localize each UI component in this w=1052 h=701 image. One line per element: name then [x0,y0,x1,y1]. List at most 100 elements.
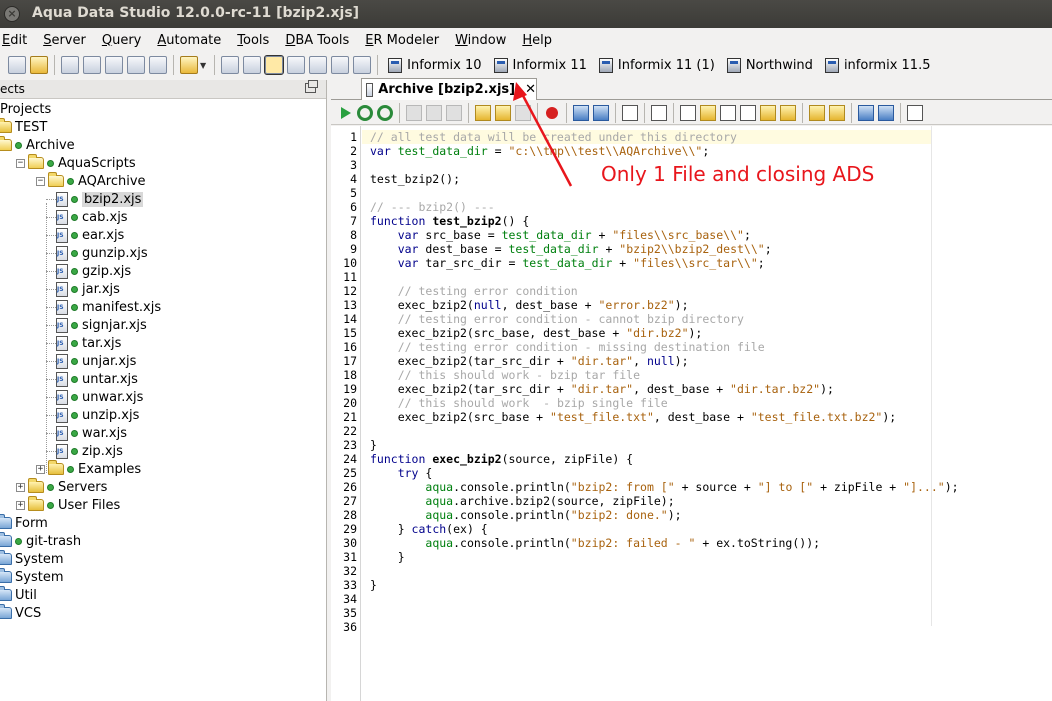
code-token: test_bzip2 [432,214,502,228]
editor-tool-2-icon[interactable] [357,104,373,121]
toolbar-tool-4-icon[interactable] [83,56,101,74]
toolbar-tool-15-icon[interactable] [353,56,372,74]
editor-tool-22-icon[interactable] [829,104,845,121]
window-close-icon[interactable]: × [4,6,20,22]
tree-node-unjar-xjs[interactable]: unjar.xjs [56,352,136,370]
tree-node-zip-xjs[interactable]: zip.xjs [56,442,123,460]
tree-node-unwar-xjs[interactable]: unwar.xjs [56,388,143,406]
toolbar-tool-13-icon[interactable] [309,56,328,74]
editor-tool-3-icon[interactable] [377,104,393,121]
tab-close-icon[interactable]: ✕ [525,82,536,97]
editor-tool-16-icon[interactable] [700,104,716,121]
tree-node-aquascripts[interactable]: − AquaScripts [16,154,136,172]
connection-informix-10[interactable]: Informix 10 [388,57,482,73]
editor-tool-15-icon[interactable] [680,104,696,121]
editor-tool-14-icon[interactable] [651,104,667,121]
toolbar-tool-11-icon[interactable] [264,55,285,75]
toolbar-tool-2-icon[interactable] [30,56,48,74]
menu-item-help[interactable]: Help [520,33,552,48]
menu-item-automate[interactable]: Automate [155,33,221,48]
execute-icon[interactable] [341,106,351,119]
tree-node-vcs[interactable]: VCS [0,604,41,622]
code-line: // this should work - bzip tar file [370,368,640,382]
tree-node-system[interactable]: System [0,550,63,568]
menu-item-tools[interactable]: Tools [235,33,269,48]
menu-item-dba-tools[interactable]: DBA Tools [283,33,349,48]
tree-node-aqarchive[interactable]: − AQArchive [36,172,146,190]
tree-node-gunzip-xjs[interactable]: gunzip.xjs [56,244,148,262]
menu-item-edit[interactable]: Edit [0,33,27,48]
toolbar-dropdown-icon[interactable]: ▼ [200,61,206,70]
toolbar-tool-10-icon[interactable] [243,56,262,74]
code-token: ); [674,298,689,312]
toolbar-tool-14-icon[interactable] [331,56,350,74]
menu-item-query[interactable]: Query [100,33,142,48]
tree-node-manifest-xjs[interactable]: manifest.xjs [56,298,161,316]
stop-icon[interactable] [546,106,558,119]
toolbar-tool-12-icon[interactable] [287,56,306,74]
editor-tool-20-icon[interactable] [780,104,796,121]
code-token: + [612,256,634,270]
tree-node-system[interactable]: System [0,568,63,586]
editor-tool-9-icon[interactable] [515,104,531,121]
editor-tool-4-icon[interactable] [406,104,422,121]
expand-toggle-icon[interactable]: + [16,482,25,492]
editor-tool-12-icon[interactable] [593,104,609,121]
editor-tool-18-icon[interactable] [740,104,756,121]
tree-node-signjar-xjs[interactable]: signjar.xjs [56,316,147,334]
connection-informix-11[interactable]: Informix 11 [493,57,587,73]
collapse-toggle-icon[interactable]: − [36,176,45,186]
tree-node-ear-xjs[interactable]: ear.xjs [56,226,124,244]
tree-node-war-xjs[interactable]: war.xjs [56,424,127,442]
editor-tool-6-icon[interactable] [446,104,462,121]
toolbar-tool-1-icon[interactable] [8,56,26,74]
tree-node-archive[interactable]: Archive [0,136,75,154]
connection-informix-11-1-[interactable]: Informix 11 (1) [598,57,715,73]
editor-tool-25-icon[interactable] [907,104,923,121]
menu-item-server[interactable]: Server [41,33,86,48]
restore-panel-icon[interactable] [305,80,318,93]
tree-node-tar-xjs[interactable]: tar.xjs [56,334,121,352]
code-editor[interactable]: 1 2 3 4 5 6 7 8 9 10 11 12 13 14 15 16 17 18 19 20 21 22 23 24 2… [331,126,1052,701]
tree-node-jar-xjs[interactable]: jar.xjs [56,280,120,298]
toolbar-tool-7-icon[interactable] [149,56,167,74]
expand-toggle-icon[interactable]: + [16,500,25,510]
toolbar-tool-9-icon[interactable] [221,56,240,74]
tree-node-bzip2-xjs[interactable]: bzip2.xjs [56,190,144,208]
editor-tool-5-icon[interactable] [426,104,442,121]
editor-tool-13-icon[interactable] [622,104,638,121]
tree-node-test[interactable]: TEST [0,118,47,136]
connection-northwind[interactable]: Northwind [726,57,813,73]
tree-node-util[interactable]: Util [0,586,37,604]
editor-tool-8-icon[interactable] [495,104,511,121]
editor-tool-21-icon[interactable] [809,104,825,121]
tree-node-user-files[interactable]: + User Files [16,496,120,514]
editor-tool-11-icon[interactable] [573,104,589,121]
tree-node-form[interactable]: Form [0,514,48,532]
tree-node-git-trash[interactable]: git-trash [0,532,81,550]
expand-toggle-icon[interactable]: + [36,464,45,474]
menu-item-er-modeler[interactable]: ER Modeler [363,33,439,48]
tree-node-unzip-xjs[interactable]: unzip.xjs [56,406,139,424]
editor-tool-17-icon[interactable] [720,104,736,121]
tree-node-servers[interactable]: + Servers [16,478,107,496]
toolbar-tool-3-icon[interactable] [61,56,79,74]
tree-node-untar-xjs[interactable]: untar.xjs [56,370,138,388]
editor-tool-24-icon[interactable] [878,104,894,121]
code-token: ); [674,354,689,368]
code-token: + [591,228,613,242]
toolbar-tool-6-icon[interactable] [127,56,145,74]
editor-tool-23-icon[interactable] [858,104,874,121]
toolbar-tool-5-icon[interactable] [105,56,123,74]
tab-archive-bzip2[interactable]: Archive [bzip2.xjs] ✕ [361,78,537,100]
tree-node-projects[interactable]: Projects [0,100,51,118]
toolbar-tool-8-icon[interactable] [180,56,198,74]
collapse-toggle-icon[interactable]: − [16,158,25,168]
connection-informix-11-5[interactable]: informix 11.5 [824,57,930,73]
tree-node-gzip-xjs[interactable]: gzip.xjs [56,262,131,280]
tree-node-cab-xjs[interactable]: cab.xjs [56,208,128,226]
editor-tool-7-icon[interactable] [475,104,491,121]
menu-item-window[interactable]: Window [453,33,506,48]
tree-node-examples[interactable]: + Examples [36,460,141,478]
editor-tool-19-icon[interactable] [760,104,776,121]
